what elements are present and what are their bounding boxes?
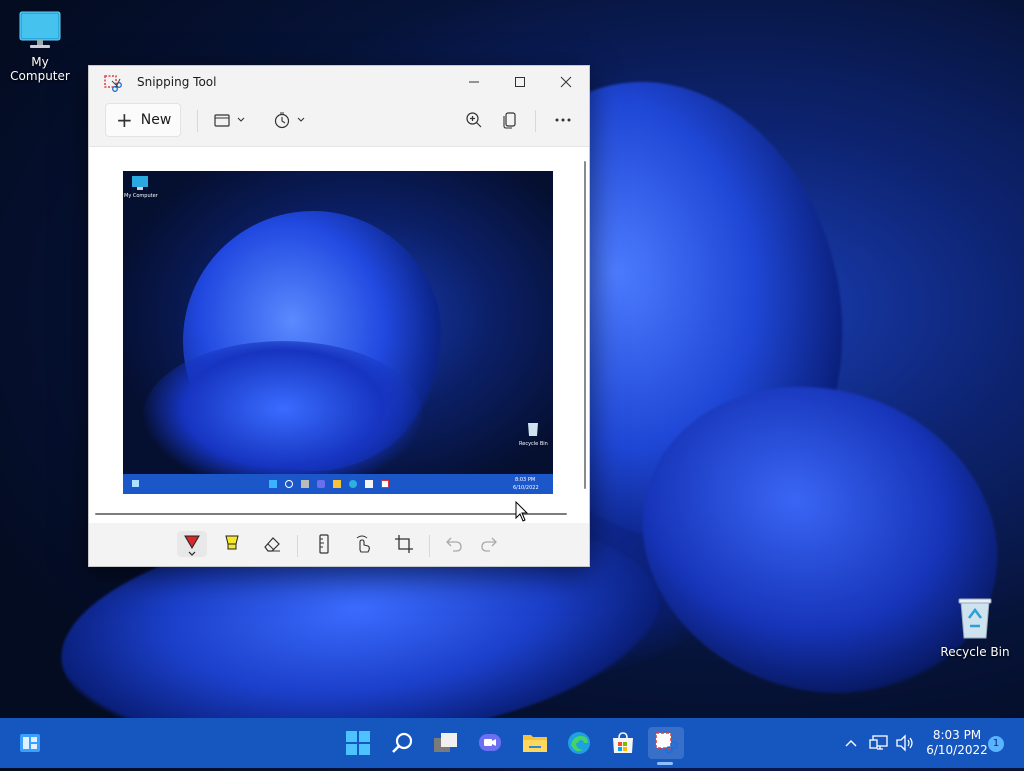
ruler-icon [319,534,329,554]
captured-screenshot: My Computer Recycle Bin 8:03 PM 6/10/202… [123,171,553,494]
eraser-button[interactable] [257,531,287,557]
ballpoint-pen-icon [184,535,200,556]
redo-icon [481,537,497,552]
snipping-tool-taskbar-button[interactable] [648,727,684,759]
preview-taskbar: 8:03 PM 6/10/2022 [123,474,553,494]
search-button[interactable] [385,727,421,759]
task-view-button[interactable] [428,727,464,759]
recycle-bin-icon [958,598,992,639]
store-button[interactable] [605,727,641,759]
touch-writing-button[interactable] [349,531,379,557]
active-app-indicator [657,762,673,765]
crop-icon [395,535,413,553]
snipping-tool-window: Snipping Tool + New My Computer Recycle … [88,65,590,567]
wallpaper-shape [143,341,423,491]
undo-button[interactable] [439,531,469,557]
preview-time: 8:03 PM [515,477,536,483]
snipping-tool-app-icon [104,75,122,92]
toolbar-divider [535,110,536,132]
copy-button[interactable] [495,105,525,135]
preview-recycle-bin-label: Recycle Bin [519,441,548,447]
zoom-button[interactable] [459,105,489,135]
undo-icon [446,537,462,552]
clock[interactable]: 8:03 PM 6/10/2022 [922,728,992,758]
clock-date: 6/10/2022 [926,743,988,757]
monitor-icon [132,176,148,190]
start-icon [346,731,370,755]
delay-dropdown[interactable] [269,105,311,135]
redo-button[interactable] [474,531,504,557]
ruler-button[interactable] [309,531,339,557]
monitor-icon [19,11,61,48]
show-hidden-icons-button[interactable] [834,727,868,759]
volume-button[interactable] [890,727,920,759]
snipping-tool-icon [655,732,678,754]
widgets-icon [20,734,40,752]
crop-button[interactable] [389,531,419,557]
network-icon [869,735,888,750]
edge-icon [568,732,590,754]
desktop-icon-recycle-bin[interactable]: Recycle Bin [935,596,1015,659]
ballpoint-pen-button[interactable] [177,531,207,557]
recycle-bin-icon [528,423,538,436]
taskbar: 8:03 PM 6/10/2022 1 [0,718,1024,768]
toolbar: + New [89,100,589,146]
close-button[interactable] [543,66,589,98]
chat-button[interactable] [472,727,508,759]
search-icon [392,732,413,753]
toolbar-divider [197,110,198,132]
desktop-icon-my-computer[interactable]: My Computer [0,10,80,83]
store-icon [613,732,633,753]
notification-badge[interactable]: 1 [988,736,1004,752]
file-explorer-button[interactable] [517,727,553,759]
title-bar[interactable]: Snipping Tool [89,66,589,100]
markup-toolbar [89,523,589,566]
copy-icon [503,112,516,129]
snip-canvas[interactable]: My Computer Recycle Bin 8:03 PM 6/10/202… [89,146,589,523]
clock-time: 8:03 PM [932,728,982,742]
horizontal-scrollbar[interactable] [95,513,567,515]
snip-mode-dropdown[interactable] [209,105,251,135]
task-view-icon [434,733,457,752]
window-title: Snipping Tool [137,75,217,89]
file-explorer-icon [523,735,547,752]
desktop-icon-label: Recycle Bin [940,645,1010,659]
maximize-button[interactable] [497,66,543,98]
more-options-button[interactable] [548,105,578,135]
zoom-in-icon [466,112,482,128]
eraser-icon [264,537,280,552]
chat-icon [479,734,501,751]
plus-icon: + [116,108,133,132]
new-button-label: New [140,112,172,128]
mouse-cursor-icon [515,501,529,522]
minimize-icon [469,81,479,83]
new-snip-button[interactable]: + New [105,103,181,137]
highlighter-button[interactable] [217,531,247,557]
close-icon [560,76,572,88]
desktop-icon-label: My Computer [10,55,70,83]
highlighter-icon [225,535,239,550]
timer-icon [274,112,305,129]
edge-button[interactable] [561,727,597,759]
vertical-scrollbar[interactable] [584,161,586,489]
volume-icon [896,734,913,752]
rectangle-mode-icon [214,114,245,127]
chevron-up-icon [845,740,857,747]
preview-date: 6/10/2022 [513,485,539,491]
start-button[interactable] [340,727,376,759]
minimize-button[interactable] [451,66,497,98]
touch-writing-icon [356,535,370,553]
widgets-button[interactable] [12,727,48,759]
maximize-icon [515,77,525,87]
preview-my-computer-label: My Computer [124,193,158,199]
toolbar-divider [297,535,298,557]
more-icon [555,118,571,122]
toolbar-divider [429,535,430,557]
